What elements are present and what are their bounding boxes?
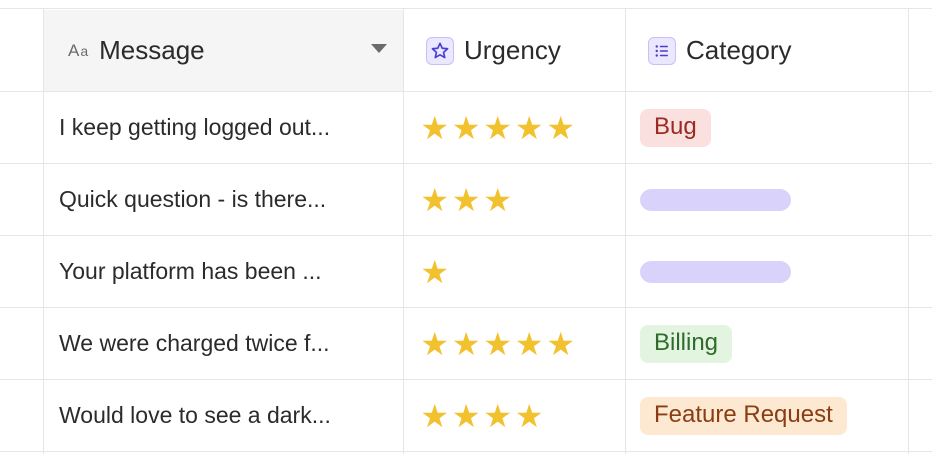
star-icon[interactable]: ★ <box>482 112 514 144</box>
message-cell[interactable]: Quick question - is there... <box>44 164 403 235</box>
star-rating[interactable]: ★★★★★ <box>419 112 577 144</box>
category-cell[interactable] <box>626 236 908 307</box>
category-tag: Feature Request <box>640 396 847 435</box>
star-icon[interactable]: ★ <box>482 400 514 432</box>
urgency-cell[interactable]: ★★★★ <box>404 380 624 451</box>
category-tag: Bug <box>640 108 711 147</box>
star-icon[interactable]: ★ <box>451 328 483 360</box>
message-cell[interactable]: Would love to see a dark... <box>44 380 403 451</box>
column-header-label: Category <box>686 35 792 65</box>
star-icon[interactable]: ★ <box>451 184 483 216</box>
column-header-label: Urgency <box>464 35 561 65</box>
star-icon[interactable]: ★ <box>451 112 483 144</box>
star-icon[interactable]: ★ <box>545 328 577 360</box>
divider <box>908 8 909 454</box>
column-header-label: Message <box>99 35 205 65</box>
star-field-icon <box>426 36 454 65</box>
text-field-icon: Aa <box>68 40 90 60</box>
star-icon[interactable]: ★ <box>514 112 546 144</box>
message-cell[interactable]: Your platform has been ... <box>44 236 403 307</box>
star-icon[interactable]: ★ <box>419 184 451 216</box>
star-icon[interactable]: ★ <box>419 400 451 432</box>
star-icon[interactable]: ★ <box>545 112 577 144</box>
urgency-cell[interactable]: ★★★★★ <box>404 308 624 379</box>
category-tag: Billing <box>640 324 733 363</box>
star-icon[interactable]: ★ <box>419 256 451 288</box>
star-icon[interactable]: ★ <box>419 328 451 360</box>
category-cell[interactable]: Feature Request <box>626 380 908 451</box>
caret-down-icon[interactable] <box>371 44 387 53</box>
urgency-cell[interactable]: ★ <box>404 236 624 307</box>
divider <box>0 451 932 452</box>
star-icon[interactable]: ★ <box>514 328 546 360</box>
star-icon[interactable]: ★ <box>451 400 483 432</box>
urgency-cell[interactable]: ★★★ <box>404 164 624 235</box>
urgency-cell[interactable]: ★★★★★ <box>404 92 624 163</box>
message-cell[interactable]: I keep getting logged out... <box>44 92 403 163</box>
star-icon[interactable]: ★ <box>514 400 546 432</box>
star-icon[interactable]: ★ <box>482 328 514 360</box>
category-cell[interactable] <box>626 164 908 235</box>
column-header-category[interactable]: Category <box>626 10 908 91</box>
star-icon[interactable]: ★ <box>419 112 451 144</box>
loading-pill <box>640 188 791 211</box>
star-rating[interactable]: ★★★★★ <box>419 328 577 360</box>
message-cell[interactable]: We were charged twice f... <box>44 308 403 379</box>
divider <box>0 8 932 9</box>
star-icon[interactable]: ★ <box>482 184 514 216</box>
category-cell[interactable]: Billing <box>626 308 908 379</box>
star-rating[interactable]: ★★★★ <box>419 400 545 432</box>
star-rating[interactable]: ★ <box>419 256 451 288</box>
column-header-message[interactable]: Aa Message <box>44 10 403 91</box>
list-field-icon <box>648 36 676 65</box>
column-header-urgency[interactable]: Urgency <box>404 10 624 91</box>
loading-pill <box>640 260 791 283</box>
category-cell[interactable]: Bug <box>626 92 908 163</box>
star-rating[interactable]: ★★★ <box>419 184 514 216</box>
